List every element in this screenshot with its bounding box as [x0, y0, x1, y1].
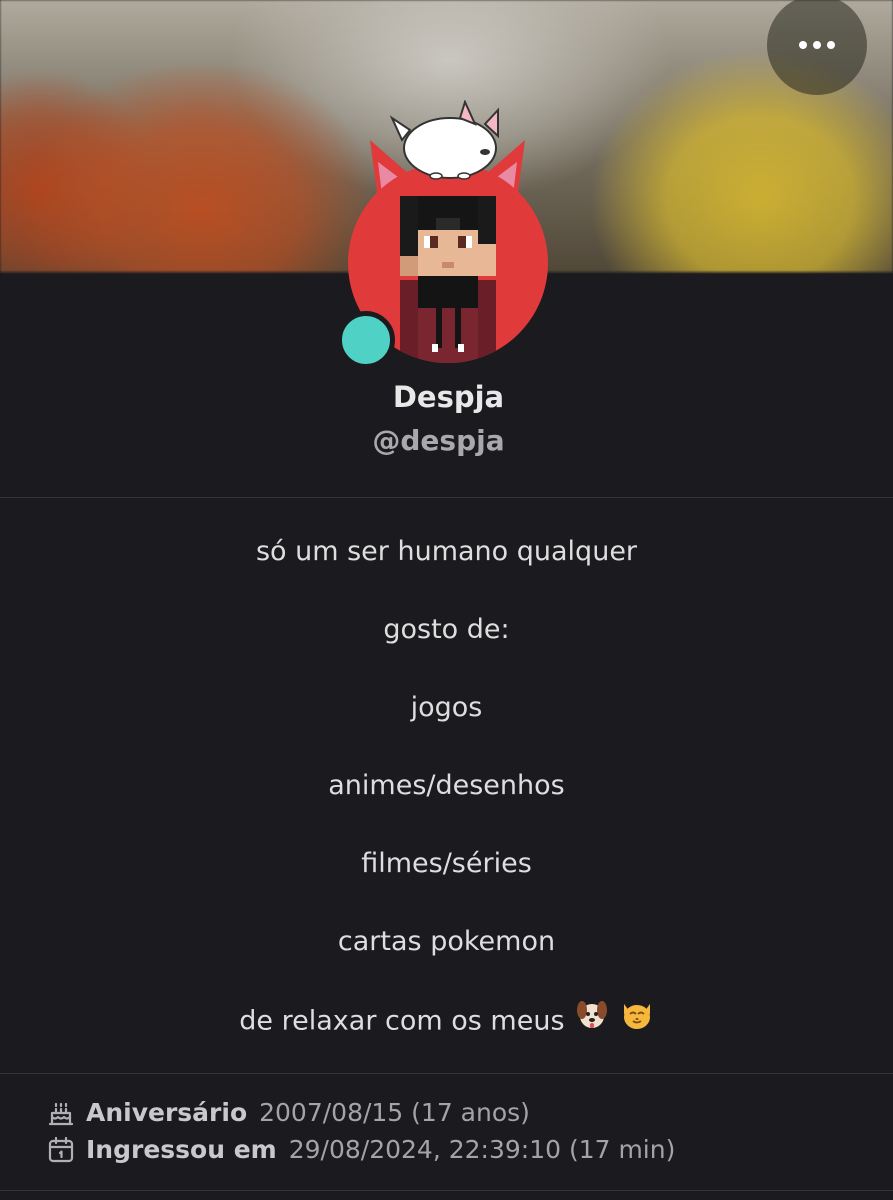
- online-status-indicator: [337, 311, 395, 369]
- username: @despja: [372, 424, 505, 457]
- display-name: Despja: [392, 380, 505, 414]
- divider: [0, 1073, 893, 1074]
- bio-line: gosto de:: [383, 614, 510, 645]
- more-dot: [813, 41, 821, 49]
- bio-line: jogos: [410, 692, 483, 723]
- birthday-row: Aniversário 2007/08/15 (17 anos): [46, 1094, 675, 1131]
- cake-icon: [46, 1098, 76, 1128]
- bio-line: animes/desenhos: [328, 770, 565, 801]
- cat-face-icon: [620, 998, 654, 1046]
- joined-label: Ingressou em: [86, 1135, 277, 1164]
- profile-meta: Aniversário 2007/08/15 (17 anos) Ingress…: [46, 1094, 675, 1168]
- bio-line-with-emoji: de relaxar com os meus: [0, 998, 893, 1076]
- bio-line: filmes/séries: [361, 848, 532, 879]
- dog-face-icon: [575, 998, 609, 1046]
- bio-line: cartas pokemon: [337, 926, 556, 957]
- joined-row: Ingressou em 29/08/2024, 22:39:10 (17 mi…: [46, 1131, 675, 1168]
- joined-value: 29/08/2024, 22:39:10 (17 min): [288, 1135, 676, 1164]
- bio: só um ser humano qualquer gosto de: jogo…: [0, 530, 893, 1076]
- divider: [0, 497, 893, 498]
- bio-line: só um ser humano qualquer: [255, 536, 638, 567]
- birthday-label: Aniversário: [86, 1098, 248, 1127]
- birthday-value: 2007/08/15 (17 anos): [259, 1098, 530, 1127]
- more-dot: [827, 41, 835, 49]
- more-horizontal-icon: [799, 41, 807, 49]
- divider: [0, 1190, 893, 1191]
- calendar-icon: [46, 1135, 76, 1165]
- bio-line-text: de relaxar com os meus: [239, 1005, 565, 1037]
